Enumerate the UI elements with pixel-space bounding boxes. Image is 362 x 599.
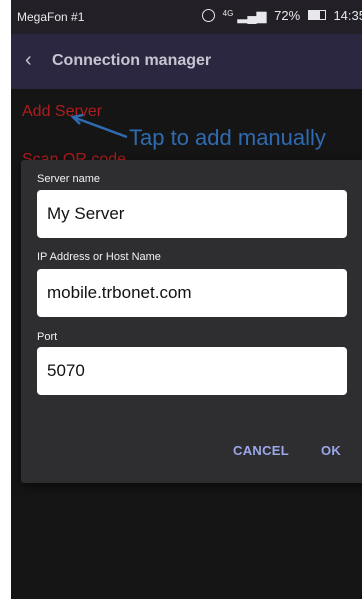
server-name-label: Server name xyxy=(37,173,100,185)
cancel-button[interactable]: CANCEL xyxy=(227,439,295,462)
port-input[interactable] xyxy=(37,347,347,395)
status-icons: 4G▂▄▆ 72% 14:35 xyxy=(198,8,362,24)
add-server-dialog: Server name IP Address or Host Name Port… xyxy=(21,160,362,483)
signal-icon: ▂▄▆ xyxy=(237,8,267,23)
server-name-input[interactable] xyxy=(37,190,347,238)
alarm-icon xyxy=(202,9,216,22)
battery-icon xyxy=(307,10,326,20)
ok-button[interactable]: OK xyxy=(315,439,347,462)
annotation-label: Tap to add manually xyxy=(129,125,326,150)
network-type: 4G xyxy=(222,9,234,18)
page-title: Connection manager xyxy=(52,52,212,69)
host-input[interactable] xyxy=(37,269,347,317)
annotation-arrow-icon xyxy=(70,113,128,139)
port-label: Port xyxy=(37,331,58,343)
host-label: IP Address or Host Name xyxy=(37,251,161,263)
phone-screen: MegaFon #1 4G▂▄▆ 72% 14:35 ‹ Connection … xyxy=(11,0,362,599)
battery-percent: 72% xyxy=(274,8,301,23)
status-bar: MegaFon #1 4G▂▄▆ 72% 14:35 xyxy=(11,0,362,34)
clock: 14:35 xyxy=(333,8,362,23)
carrier-name: MegaFon #1 xyxy=(17,10,85,24)
back-arrow-icon[interactable]: ‹ xyxy=(25,49,32,72)
app-bar: ‹ Connection manager xyxy=(11,34,362,89)
